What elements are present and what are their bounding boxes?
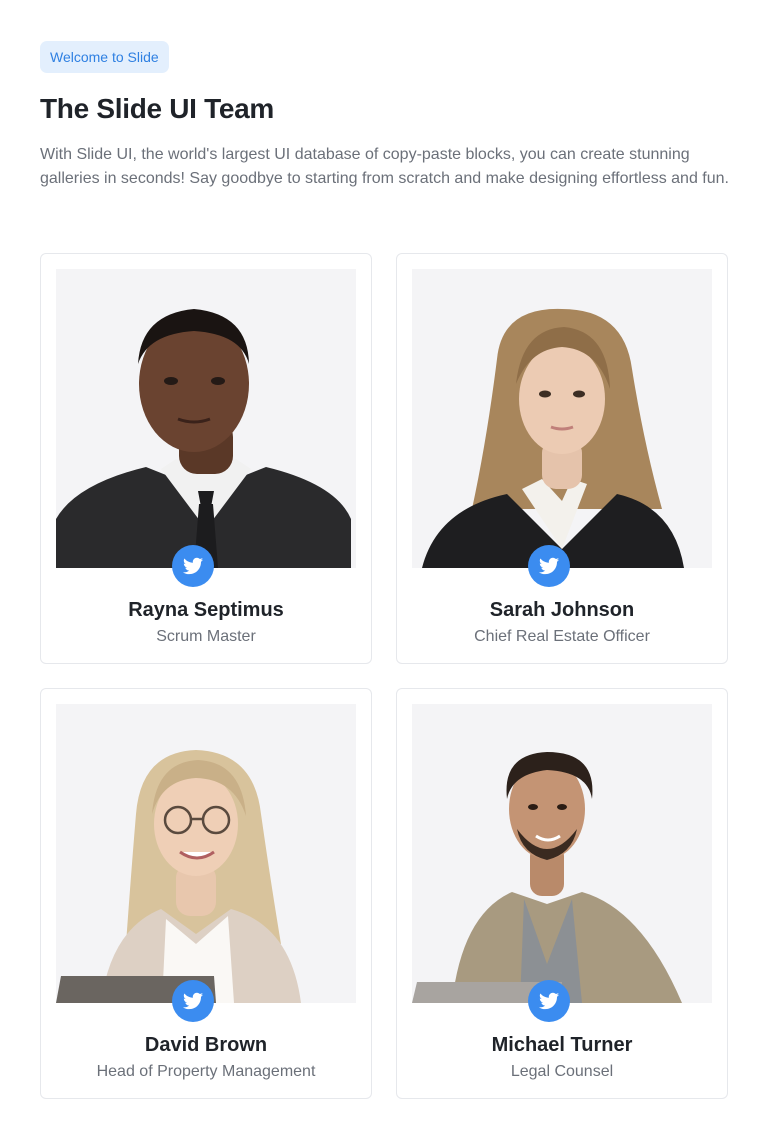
welcome-badge: Welcome to Slide <box>40 41 169 73</box>
twitter-icon <box>538 557 560 575</box>
twitter-link-button[interactable] <box>528 545 570 587</box>
twitter-icon <box>182 992 204 1010</box>
member-name: Michael Turner <box>491 1034 633 1056</box>
member-name: Rayna Septimus <box>128 599 284 621</box>
team-card: Rayna Septimus Scrum Master <box>40 253 372 664</box>
twitter-icon <box>182 557 204 575</box>
page-title: The Slide UI Team <box>40 93 274 124</box>
team-card: Michael Turner Legal Counsel <box>396 688 728 1099</box>
team-card: David Brown Head of Property Management <box>40 688 372 1099</box>
member-name: David Brown <box>144 1034 268 1056</box>
portrait-man-suit <box>56 269 356 568</box>
twitter-link-button[interactable] <box>172 545 214 587</box>
member-photo <box>56 269 356 568</box>
member-name: Sarah Johnson <box>489 599 635 621</box>
twitter-icon <box>538 992 560 1010</box>
portrait-woman-blazer <box>412 269 712 568</box>
member-photo <box>412 704 712 1003</box>
twitter-link-button[interactable] <box>528 980 570 1022</box>
member-photo <box>412 269 712 568</box>
portrait-woman-glasses <box>56 704 356 1003</box>
member-role: Chief Real Estate Officer <box>474 628 650 645</box>
team-grid: Rayna Septimus Scrum Master Sarah Johnso… <box>40 253 728 1099</box>
twitter-link-button[interactable] <box>172 980 214 1022</box>
member-photo <box>56 704 356 1003</box>
portrait-man-jacket <box>412 704 712 1003</box>
member-role: Scrum Master <box>156 628 256 645</box>
member-role: Legal Counsel <box>510 1063 614 1080</box>
member-role: Head of Property Management <box>96 1063 316 1080</box>
team-card: Sarah Johnson Chief Real Estate Officer <box>396 253 728 664</box>
team-section: Welcome to Slide The Slide UI Team With … <box>0 0 768 1139</box>
page-description: With Slide UI, the world's largest UI da… <box>40 146 729 187</box>
